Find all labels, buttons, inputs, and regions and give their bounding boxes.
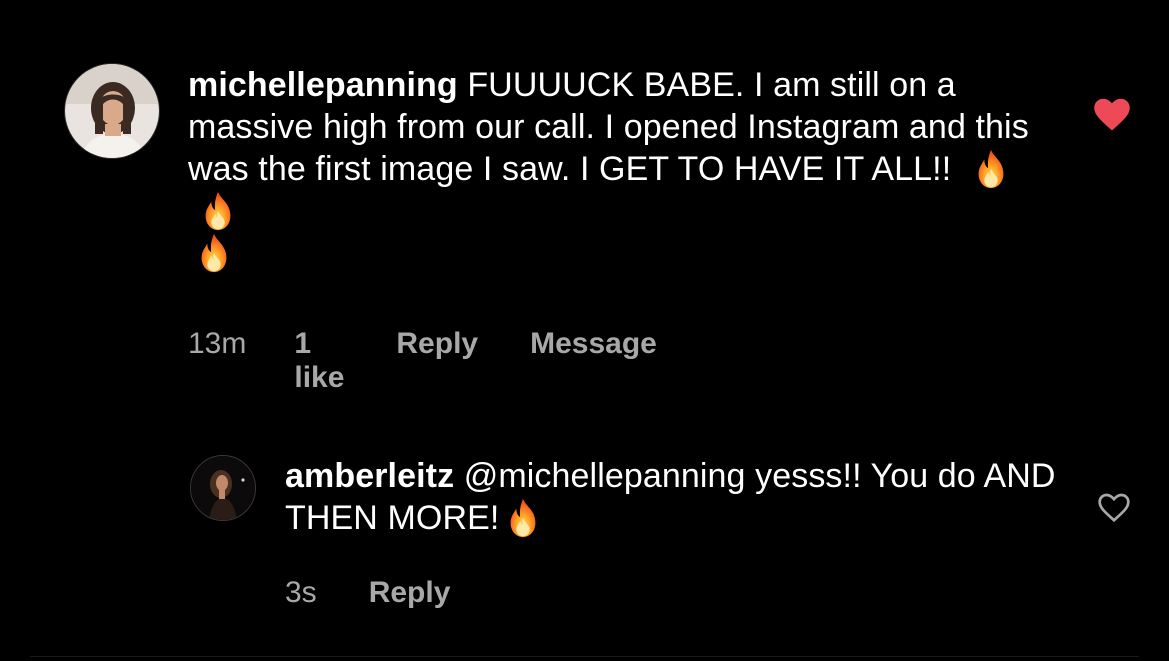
comment-body: michellepanning FUUUUCK BABE. I am still… (188, 64, 1038, 274)
fire-icon (194, 232, 234, 274)
fire-icon (198, 190, 238, 232)
reply-button[interactable]: Reply (369, 576, 451, 610)
comment-body: amberleitz @michellepanning yesss!! You … (285, 455, 1085, 539)
avatar[interactable] (190, 455, 256, 521)
heart-outline-icon[interactable] (1097, 493, 1131, 523)
divider (30, 656, 1139, 657)
fire-icon (971, 148, 1011, 190)
comments-thread: michellepanning FUUUUCK BABE. I am still… (0, 0, 1169, 661)
reply-button[interactable]: Reply (396, 327, 478, 361)
heart-filled-icon[interactable] (1093, 98, 1131, 132)
comment-username[interactable]: michellepanning (188, 66, 458, 104)
comment-meta: 3s Reply (285, 576, 450, 610)
comment-timestamp: 3s (285, 576, 317, 609)
comment-timestamp: 13m (188, 327, 247, 360)
comment-username[interactable]: amberleitz (285, 457, 454, 495)
avatar[interactable] (64, 63, 160, 159)
likes-count[interactable]: 1 like (294, 327, 344, 395)
avatar-photo (191, 456, 255, 520)
fire-icon (503, 497, 543, 539)
comment-meta: 13m 1 like Reply Message (188, 327, 657, 395)
avatar-photo (65, 64, 159, 158)
message-button[interactable]: Message (530, 327, 657, 361)
